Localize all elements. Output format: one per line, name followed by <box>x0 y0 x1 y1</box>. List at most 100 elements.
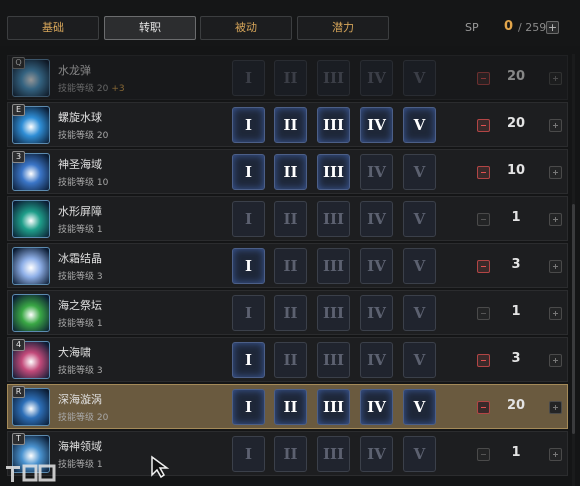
tab-advancement[interactable]: 转职 <box>104 16 196 40</box>
increase-level-button[interactable] <box>549 260 562 273</box>
skill-row[interactable]: T 海神领域 技能等级 1 I II III IV V 1 <box>7 431 568 476</box>
rank-button-1[interactable]: I <box>232 389 265 425</box>
rank-button-2[interactable]: II <box>274 436 307 472</box>
rank-button-4[interactable]: IV <box>360 201 393 237</box>
rank-button-1[interactable]: I <box>232 295 265 331</box>
skill-level-value: 3 <box>511 351 521 366</box>
rank-button-1[interactable]: I <box>232 201 265 237</box>
skill-icon: 4 <box>12 339 50 379</box>
decrease-level-button[interactable] <box>477 166 490 179</box>
skill-row[interactable]: R 深海漩涡 技能等级 20 I II III IV V 20 <box>7 384 568 429</box>
decrease-level-button[interactable] <box>477 72 490 85</box>
rank-button-4[interactable]: IV <box>360 436 393 472</box>
scrollbar[interactable] <box>572 54 575 486</box>
decrease-level-button[interactable] <box>477 354 490 367</box>
rank-button-3[interactable]: III <box>317 295 350 331</box>
skill-row[interactable]: E 螺旋水球 技能等级 20 I II III IV V 20 <box>7 102 568 147</box>
rank-button-5[interactable]: V <box>403 60 436 96</box>
rank-button-5[interactable]: V <box>403 248 436 284</box>
tab-passive[interactable]: 被动 <box>200 16 292 40</box>
rank-button-4[interactable]: IV <box>360 342 393 378</box>
rank-button-3[interactable]: III <box>317 389 350 425</box>
rank-button-3[interactable]: III <box>317 248 350 284</box>
increase-level-button[interactable] <box>549 354 562 367</box>
rank-button-1[interactable]: I <box>232 436 265 472</box>
skill-level-text: 技能等级 3 <box>58 363 103 376</box>
rank-button-2[interactable]: II <box>274 248 307 284</box>
decrease-level-button[interactable] <box>477 448 490 461</box>
rank-button-2[interactable]: II <box>274 60 307 96</box>
rank-button-4[interactable]: IV <box>360 60 393 96</box>
rank-button-3[interactable]: III <box>317 436 350 472</box>
rank-button-5[interactable]: V <box>403 201 436 237</box>
rank-button-5[interactable]: V <box>403 436 436 472</box>
skill-level-text: 技能等级 1 <box>58 222 103 235</box>
skill-level-label: 技能等级 1 <box>58 460 103 470</box>
skill-level-value: 20 <box>506 398 526 413</box>
rank-button-2[interactable]: II <box>274 342 307 378</box>
rank-button-1[interactable]: I <box>232 342 265 378</box>
scrollbar-thumb[interactable] <box>572 204 575 434</box>
skill-level-label: 技能等级 1 <box>58 225 103 235</box>
rank-button-4[interactable]: IV <box>360 295 393 331</box>
rank-button-3[interactable]: III <box>317 342 350 378</box>
rank-button-4[interactable]: IV <box>360 389 393 425</box>
rank-button-1[interactable]: I <box>232 154 265 190</box>
rank-button-5[interactable]: V <box>403 389 436 425</box>
rank-button-4[interactable]: IV <box>360 107 393 143</box>
decrease-level-button[interactable] <box>477 119 490 132</box>
sp-total: / 259 <box>518 21 547 34</box>
skill-level-value: 20 <box>506 116 526 131</box>
tab-potential[interactable]: 潜力 <box>297 16 389 40</box>
rank-button-3[interactable]: III <box>317 201 350 237</box>
increase-level-button[interactable] <box>549 213 562 226</box>
rank-button-5[interactable]: V <box>403 154 436 190</box>
rank-button-2[interactable]: II <box>274 107 307 143</box>
skill-level-value: 1 <box>511 210 521 225</box>
rank-button-3[interactable]: III <box>317 107 350 143</box>
skill-row[interactable]: 水形屏障 技能等级 1 I II III IV V 1 <box>7 196 568 241</box>
rank-button-1[interactable]: I <box>232 60 265 96</box>
sp-add-button[interactable]: + <box>546 21 559 34</box>
increase-level-button[interactable] <box>549 72 562 85</box>
rank-button-5[interactable]: V <box>403 295 436 331</box>
watermark-logo <box>0 462 64 486</box>
skill-level-value: 1 <box>511 304 521 319</box>
increase-level-button[interactable] <box>549 119 562 132</box>
decrease-level-button[interactable] <box>477 401 490 414</box>
skill-row[interactable]: 冰霜结晶 技能等级 3 I II III IV V 3 <box>7 243 568 288</box>
skill-row[interactable]: Q 水龙弹 技能等级 20 +3 I II III IV V 20 <box>7 55 568 100</box>
rank-button-2[interactable]: II <box>274 154 307 190</box>
rank-button-4[interactable]: IV <box>360 248 393 284</box>
skill-icon: Q <box>12 57 50 97</box>
increase-level-button[interactable] <box>549 448 562 461</box>
hotkey-badge: 3 <box>12 151 25 163</box>
skill-row[interactable]: 海之祭坛 技能等级 1 I II III IV V 1 <box>7 290 568 335</box>
skill-name: 螺旋水球 <box>58 111 102 124</box>
rank-button-5[interactable]: V <box>403 342 436 378</box>
increase-level-button[interactable] <box>549 401 562 414</box>
skill-level-text: 技能等级 1 <box>58 316 103 329</box>
rank-button-2[interactable]: II <box>274 295 307 331</box>
skill-row[interactable]: 3 神圣海域 技能等级 10 I II III IV V 10 <box>7 149 568 194</box>
increase-level-button[interactable] <box>549 166 562 179</box>
rank-button-3[interactable]: III <box>317 154 350 190</box>
rank-button-2[interactable]: II <box>274 389 307 425</box>
decrease-level-button[interactable] <box>477 260 490 273</box>
skill-icon: 3 <box>12 151 50 191</box>
skill-level-value: 3 <box>511 257 521 272</box>
skill-level-label: 技能等级 3 <box>58 272 103 282</box>
tab-basic[interactable]: 基础 <box>7 16 99 40</box>
rank-button-5[interactable]: V <box>403 107 436 143</box>
rank-button-2[interactable]: II <box>274 201 307 237</box>
decrease-level-button[interactable] <box>477 213 490 226</box>
rank-button-3[interactable]: III <box>317 60 350 96</box>
skill-row[interactable]: 4 大海啸 技能等级 3 I II III IV V 3 <box>7 337 568 382</box>
skill-level-label: 技能等级 1 <box>58 319 103 329</box>
decrease-level-button[interactable] <box>477 307 490 320</box>
skill-level-label: 技能等级 3 <box>58 366 103 376</box>
rank-button-4[interactable]: IV <box>360 154 393 190</box>
rank-button-1[interactable]: I <box>232 107 265 143</box>
rank-button-1[interactable]: I <box>232 248 265 284</box>
increase-level-button[interactable] <box>549 307 562 320</box>
